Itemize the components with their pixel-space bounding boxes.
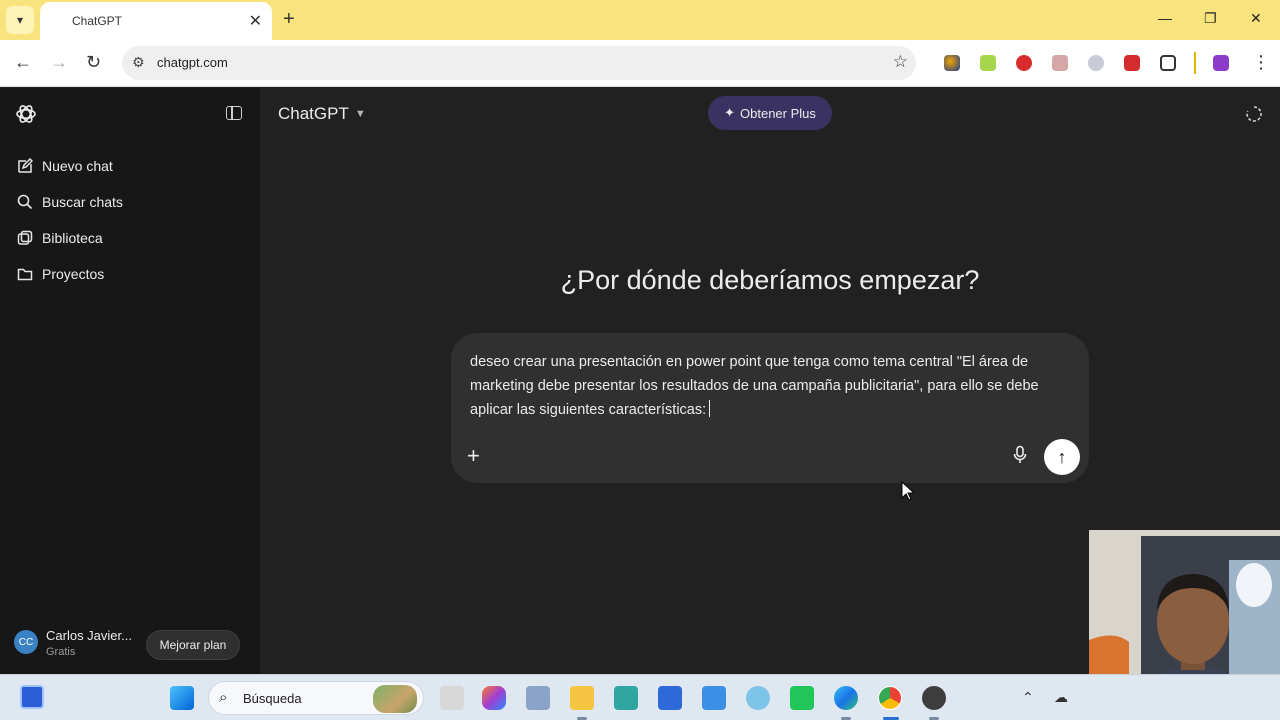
prompt-input[interactable]: deseo crear una presentación en power po… (470, 350, 1074, 422)
extension-icon[interactable] (980, 55, 996, 71)
sidebar-item-projects[interactable]: Proyectos (16, 263, 104, 285)
sidebar-item-label: Proyectos (42, 266, 105, 282)
add-attachment-button[interactable]: + (467, 443, 480, 469)
file-explorer-icon[interactable] (570, 686, 594, 710)
browser-tab-active[interactable]: ChatGPT ✕ (40, 2, 272, 40)
sparkle-icon: ✦ (724, 105, 736, 120)
copilot-icon[interactable] (482, 686, 506, 710)
send-button[interactable]: ↑ (1044, 439, 1080, 475)
browser-menu-icon[interactable]: ⋮ (1252, 52, 1270, 73)
windows-start-icon[interactable] (170, 686, 194, 710)
app-icon[interactable] (614, 686, 638, 710)
close-window-button[interactable]: ✕ (1250, 10, 1262, 27)
compose-icon (16, 158, 34, 174)
url-text: chatgpt.com (157, 55, 228, 70)
extensions-puzzle-icon[interactable] (1160, 55, 1176, 71)
new-tab-button[interactable]: + (283, 8, 295, 31)
search-highlight-image (373, 685, 417, 713)
tab-search-button[interactable]: ▾ (6, 6, 34, 34)
openai-logo-icon[interactable] (14, 102, 38, 126)
restore-button[interactable]: ❐ (1204, 10, 1217, 27)
obs-icon[interactable] (922, 686, 946, 710)
camtasia-icon[interactable] (790, 686, 814, 710)
sidebar-item-label: Biblioteca (42, 230, 103, 246)
folder-icon (16, 266, 34, 282)
bookmark-star-icon[interactable]: ☆ (893, 52, 908, 72)
upgrade-plan-button[interactable]: Mejorar plan (146, 630, 240, 660)
tab-close-icon[interactable]: ✕ (249, 11, 262, 31)
forward-button[interactable]: → (50, 52, 68, 73)
sidebar-item-library[interactable]: Biblioteca (16, 227, 103, 249)
model-selector[interactable]: ChatGPT ▼ (278, 104, 366, 124)
get-plus-button[interactable]: ✦ Obtener Plus (708, 96, 832, 130)
edge-icon[interactable] (834, 686, 858, 710)
user-plan: Gratis (46, 646, 76, 658)
get-plus-label: Obtener Plus (740, 105, 816, 121)
avatar: CC (14, 630, 38, 654)
extension-icon[interactable] (1124, 55, 1140, 71)
cloud-sync-icon[interactable]: ☁ (1054, 689, 1068, 706)
prompt-text: deseo crear una presentación en power po… (470, 354, 1039, 418)
chevron-down-icon: ▼ (354, 108, 366, 120)
browser-toolbar: ← → ↻ ⚙ chatgpt.com ☆ ⋮ (0, 40, 1280, 87)
sidebar-item-search-chats[interactable]: Buscar chats (16, 191, 123, 213)
sidebar-toggle-icon[interactable] (226, 106, 242, 120)
sidebar-item-new-chat[interactable]: Nuevo chat (16, 155, 113, 177)
extension-icon[interactable] (1088, 55, 1104, 71)
page-title: ¿Por dónde deberíamos empezar? (560, 265, 980, 295)
text-caret (709, 400, 711, 417)
microphone-icon[interactable] (1012, 445, 1028, 465)
reload-button[interactable]: ↻ (86, 52, 101, 73)
sidebar: Nuevo chat Buscar chats Biblioteca Proye… (0, 88, 260, 674)
site-info-icon[interactable]: ⚙ (132, 54, 145, 71)
extension-icon[interactable] (944, 55, 960, 71)
app-icon[interactable] (746, 686, 770, 710)
calculator-icon[interactable] (526, 686, 550, 710)
notepad-icon[interactable] (702, 686, 726, 710)
visual-studio-icon[interactable] (658, 686, 682, 710)
tab-title: ChatGPT (72, 14, 123, 28)
chrome-icon[interactable] (878, 686, 902, 710)
profile-icon[interactable] (1213, 55, 1229, 71)
extension-icon[interactable] (1016, 55, 1032, 71)
taskbar-search-label: Búsqueda (243, 691, 302, 706)
library-icon (16, 230, 34, 246)
minimize-button[interactable]: — (1158, 10, 1172, 26)
address-bar[interactable]: ⚙ chatgpt.com ☆ (122, 46, 916, 80)
toolbar-divider (1194, 52, 1196, 74)
prompt-composer[interactable]: deseo crear una presentación en power po… (451, 333, 1089, 483)
task-view-icon[interactable] (440, 686, 464, 710)
user-name: Carlos Javier... (46, 628, 132, 643)
sidebar-item-label: Buscar chats (42, 194, 123, 210)
show-hidden-icons-icon[interactable]: ⌃ (1022, 689, 1034, 706)
mouse-cursor-icon (901, 481, 915, 501)
temporary-chat-icon[interactable] (1245, 105, 1263, 123)
sidebar-item-label: Nuevo chat (42, 158, 113, 174)
browser-tabstrip: ▾ ChatGPT ✕ + — ❐ ✕ (0, 0, 1280, 40)
search-icon: ⌕ (219, 689, 228, 706)
extension-icon[interactable] (1052, 55, 1068, 71)
taskbar-search[interactable]: ⌕ Búsqueda (208, 681, 424, 715)
search-icon (16, 194, 34, 210)
taskbar: ⌕ Búsqueda ⌃ ☁ (0, 674, 1280, 720)
widgets-icon[interactable] (20, 685, 44, 709)
model-name: ChatGPT (278, 104, 349, 123)
back-button[interactable]: ← (14, 52, 32, 73)
